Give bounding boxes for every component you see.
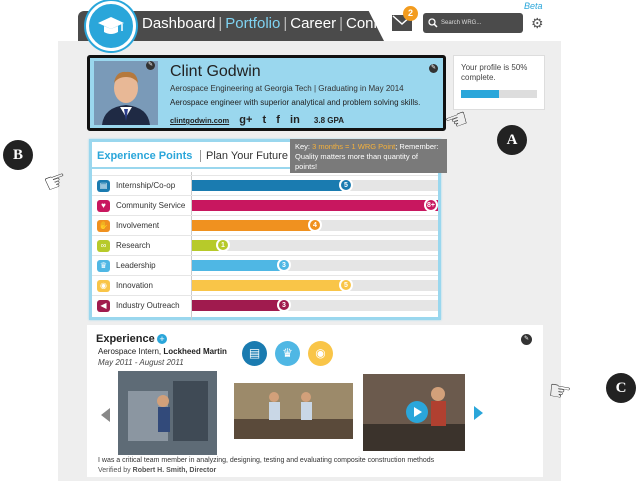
points-row-research[interactable]: ∞ Research 1 [92,235,438,255]
megaphone-icon: ◀ [97,300,110,312]
experience-role: Aerospace Intern, Lockheed Martin [98,347,227,356]
experience-photo[interactable] [234,383,353,439]
gallery-next-arrow[interactable] [474,406,483,420]
facebook-icon[interactable]: f [276,114,280,126]
mail-count-badge: 2 [403,6,418,21]
points-value: 4 [308,218,322,232]
eye-icon: ◉ [97,280,110,292]
points-bar [192,300,284,311]
crown-icon: ♛ [97,260,110,272]
infinity-icon: ∞ [97,240,110,252]
points-value: 5 [339,178,353,192]
edit-profile-icon[interactable]: ✎ [429,64,438,73]
nav-career[interactable]: Career [290,15,336,32]
points-bar [192,260,284,271]
completion-text: Your profile is 50% complete. [461,63,528,82]
search-placeholder: Search WRG... [441,20,482,26]
experience-description: I was a critical team member in analyzin… [98,457,435,464]
points-row-involvement[interactable]: ✋ Involvement 4 [92,215,438,235]
profile-subtitle: Aerospace Engineering at Georgia Tech | … [170,84,404,93]
graduation-cap-icon [98,17,124,34]
experience-photo[interactable] [118,371,217,455]
callout-c: C [606,373,636,403]
crown-icon[interactable]: ♛ [275,341,300,366]
gallery-prev-arrow[interactable] [101,408,110,422]
experience-dates: May 2011 - August 2011 [98,358,184,367]
points-value: 3 [277,258,291,272]
points-row-industry-outreach[interactable]: ◀ Industry Outreach 3 [92,295,438,315]
completion-bar [461,90,537,98]
points-bar [192,200,438,211]
profile-description: Aerospace engineer with superior analyti… [170,98,421,107]
points-value: 8+ [424,198,438,212]
completion-fill [461,90,499,98]
tab-underline [92,167,290,169]
experience-points-panel: Experience Points Plan Your Future Key: … [89,139,447,320]
experience-video[interactable] [363,374,465,451]
profile-links: clintgodwin.com g+ t f in 3.8 GPA [170,114,344,126]
points-row-leadership[interactable]: ♛ Leadership 3 [92,255,438,275]
points-bar [192,180,346,191]
gear-icon[interactable]: ⚙ [531,15,544,32]
experience-title: Experience [96,333,155,345]
profile-name: Clint Godwin [170,63,261,80]
linkedin-icon[interactable]: in [290,114,300,126]
points-value: 1 [216,238,230,252]
experience-section: Experience + Aerospace Intern, Lockheed … [87,325,543,477]
pointing-hand-icon: ☞ [545,374,574,408]
callout-b: B [3,140,33,170]
heart-icon: ♥ [97,200,110,212]
points-bar [192,220,315,231]
points-row-innovation[interactable]: ◉ Innovation 5 [92,275,438,295]
briefcase-icon[interactable]: ▤ [242,341,267,366]
briefcase-icon: ▤ [97,180,110,192]
eye-icon[interactable]: ◉ [308,341,333,366]
points-value: 3 [277,298,291,312]
edit-photo-icon[interactable]: ✎ [146,61,155,70]
profile-completion: Your profile is 50% complete. [453,55,545,110]
twitter-icon[interactable]: t [263,114,267,126]
points-value: 5 [339,278,353,292]
website-link[interactable]: clintgodwin.com [170,116,229,125]
tab-plan-your-future[interactable]: Plan Your Future [200,150,288,162]
beta-label: Beta [524,1,543,11]
logo[interactable] [86,1,136,51]
key-highlight: 3 months = 1 WRG Point [312,142,396,151]
tab-experience-points[interactable]: Experience Points [97,150,192,162]
points-row-community-service[interactable]: ♥ Community Service 8+ [92,195,438,215]
add-experience-icon[interactable]: + [157,334,167,344]
hand-icon: ✋ [97,220,110,232]
edit-experience-icon[interactable]: ✎ [521,334,532,345]
nav-dashboard[interactable]: Dashboard [142,15,215,32]
points-key: Key: 3 months = 1 WRG Point; Remember: Q… [290,139,447,173]
points-bar [192,280,346,291]
google-plus-icon[interactable]: g+ [239,114,252,126]
search-icon [428,18,438,28]
verified-by: Verified by Robert H. Smith, Director [98,467,217,474]
nav-portfolio[interactable]: Portfolio [225,15,280,32]
gpa: 3.8 GPA [313,116,345,125]
points-row-internship[interactable]: ▤ Internship/Co-op 5 [92,175,438,195]
play-icon[interactable] [406,401,428,423]
search-input[interactable]: Search WRG... [423,13,523,33]
profile-card: ✎ ✎ Clint Godwin Aerospace Engineering a… [87,55,446,131]
company-name: Lockheed Martin [163,347,227,356]
callout-a: A [497,125,527,155]
profile-photo [94,61,158,125]
